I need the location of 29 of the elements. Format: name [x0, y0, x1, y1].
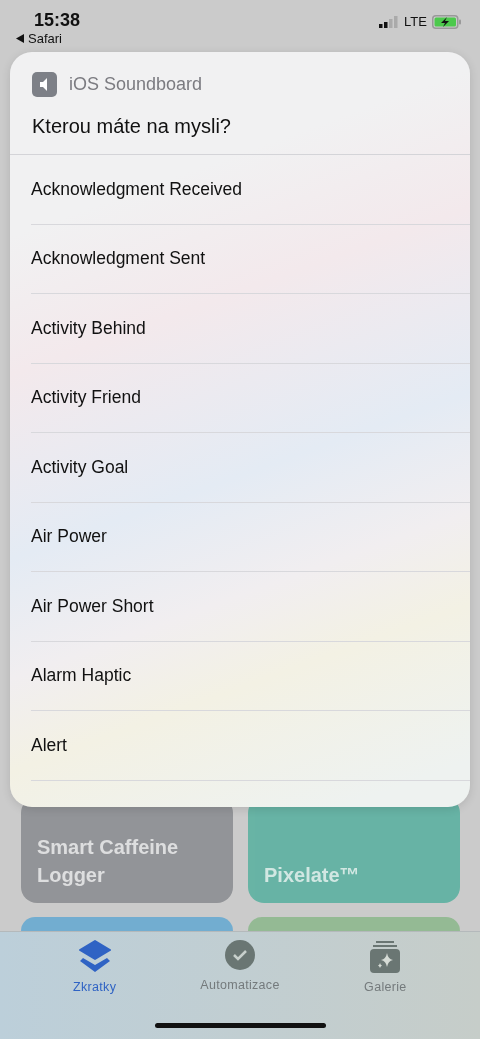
sound-option[interactable]: Air Power Short	[31, 572, 470, 642]
layers-icon	[78, 940, 111, 974]
sheet-question: Kterou máte na mysli?	[10, 97, 470, 155]
app-name: iOS Soundboard	[69, 74, 203, 95]
sound-option[interactable]: Alarm Haptic	[31, 641, 470, 711]
signal-icon	[379, 15, 400, 28]
sound-option[interactable]: Air Power	[31, 502, 470, 572]
shortcut-tile[interactable]	[21, 917, 233, 931]
sound-option[interactable]: Activity Behind	[31, 294, 470, 364]
sound-option[interactable]: Acknowledgment Received	[31, 155, 470, 225]
shortcut-title: Smart Caffeine Logger	[37, 835, 180, 888]
check-clock-icon	[224, 940, 256, 972]
tab-label: Galerie	[364, 980, 407, 994]
shortcut-tile[interactable]	[248, 917, 460, 931]
sound-option[interactable]: Acknowledgment Sent	[31, 224, 470, 294]
battery-charging-icon	[432, 14, 462, 29]
status-time: 15:38	[34, 9, 81, 31]
tab-label: Automatizace	[200, 978, 280, 992]
back-to-app-link[interactable]: Safari	[16, 31, 81, 46]
shortcut-title: Pixelate™	[264, 863, 360, 888]
back-triangle-icon	[16, 34, 24, 43]
sound-option[interactable]: Activity Friend	[31, 363, 470, 433]
sound-option[interactable]: Activity Goal	[31, 433, 470, 503]
tab-label: Zkratky	[73, 980, 117, 994]
gallery-icon	[369, 940, 402, 974]
tab-item[interactable]: Zkratky	[34, 932, 155, 1039]
network-label: LTE	[404, 14, 427, 29]
speaker-icon	[32, 72, 57, 97]
sound-option[interactable]: Alert	[31, 711, 470, 781]
